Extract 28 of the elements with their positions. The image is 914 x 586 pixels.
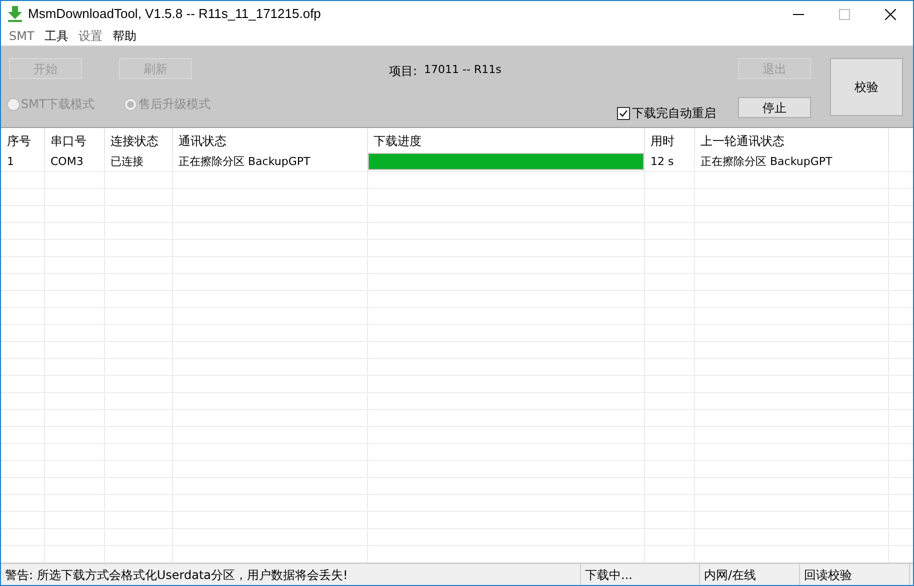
project-label: 项目: (389, 63, 418, 80)
status-text: 下载中... (581, 564, 700, 585)
column-header[interactable]: 序号 (1, 128, 44, 153)
check-icon (619, 108, 628, 118)
column-header[interactable]: 连接状态 (104, 128, 172, 153)
column-header[interactable]: 串口号 (44, 128, 104, 153)
table-cell: 正在擦除分区 BackupGPT (172, 153, 367, 171)
table-cell: COM3 (44, 153, 104, 171)
verify-button[interactable]: 校验 (830, 58, 903, 116)
project-value: 17011 -- R11s (424, 62, 502, 78)
download-arrow-icon (8, 6, 22, 22)
table-cell: 正在擦除分区 BackupGPT (694, 153, 888, 171)
status-text: 内网/在线 (700, 564, 800, 585)
column-header[interactable]: 通讯状态 (172, 128, 367, 153)
window-title: MsmDownloadTool, V1.5.8 -- R11s_11_171215.ofp (28, 5, 321, 24)
column-header[interactable]: 上一轮通讯状态 (694, 128, 888, 153)
close-icon (884, 8, 896, 20)
status-text: 回读校验 (800, 564, 910, 585)
table-cell: 已连接 (104, 153, 172, 171)
menu-item[interactable]: 帮助 (107, 27, 142, 45)
maximize-icon (838, 8, 850, 20)
menu-item[interactable]: 工具 (39, 27, 74, 45)
table-cell: 12 s (644, 153, 694, 171)
column-header[interactable]: 用时 (644, 128, 694, 153)
auto-reboot-checkbox[interactable]: 下载完自动重启 (617, 104, 716, 122)
stop-button[interactable]: 停止 (738, 97, 811, 118)
table-cell: 1 (1, 153, 44, 171)
status-text: 警告: 所选下载方式会格式化Userdata分区，用户数据将会丢失! (1, 564, 581, 585)
